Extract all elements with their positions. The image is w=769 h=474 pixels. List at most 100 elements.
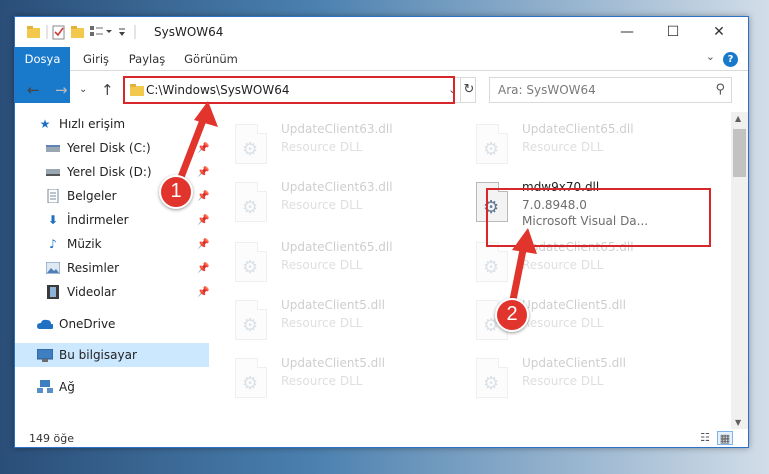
search-icon[interactable]: ⚲	[715, 82, 725, 97]
star-icon: ★	[39, 117, 51, 131]
file-name: UpdateClient5.dll	[522, 356, 626, 370]
file-item[interactable]: ⚙ UpdateClient63.dll Resource DLL	[229, 116, 459, 172]
vertical-scrollbar[interactable]: ▲ ▼	[731, 112, 748, 429]
computer-icon	[37, 348, 53, 362]
file-name: UpdateClient63.dll	[281, 180, 393, 194]
tab-view[interactable]: Görünüm	[177, 47, 245, 71]
sidebar-item-label: Ağ	[59, 380, 75, 394]
sidebar-item-label: Yerel Disk (C:)	[67, 141, 151, 155]
sidebar-item-quick-access[interactable]: ★ Hızlı erişim	[15, 112, 209, 136]
downloads-icon: ⬇	[47, 213, 59, 227]
pin-icon[interactable]: 📌	[197, 191, 209, 202]
sidebar-item-this-pc[interactable]: Bu bilgisayar	[15, 343, 209, 367]
back-arrow-icon[interactable]: ←	[27, 81, 40, 99]
file-type: Resource DLL	[281, 198, 363, 212]
sidebar-item-label: Videolar	[67, 285, 117, 299]
customize-icon[interactable]	[90, 26, 112, 36]
scroll-up-icon[interactable]: ▲	[735, 114, 741, 123]
sidebar-item-label: İndirmeler	[67, 213, 129, 227]
pin-icon[interactable]: 📌	[197, 239, 209, 250]
sidebar-item-network[interactable]: Ağ	[15, 375, 209, 399]
file-type: Resource DLL	[281, 258, 363, 272]
drive-icon	[45, 141, 61, 155]
quick-access-toolbar	[25, 24, 145, 40]
dll-file-icon: ⚙	[235, 242, 267, 282]
minimize-button[interactable]: —	[604, 17, 650, 47]
navigation-bar: ← → ⌄ ↑ C:\Windows\SysWOW64 ⌄ ↻ Ara: Sys…	[15, 72, 748, 107]
file-type: Resource DLL	[522, 258, 604, 272]
file-name: UpdateClient63.dll	[281, 122, 393, 136]
navigation-pane: ★ Hızlı erişim Yerel Disk (C:) 📌 Yerel D…	[15, 112, 209, 429]
dll-file-icon: ⚙	[235, 300, 267, 340]
file-item[interactable]: ⚙ UpdateClient5.dll Resource DLL	[229, 350, 459, 406]
sidebar-item-downloads[interactable]: ⬇ İndirmeler 📌	[15, 208, 209, 232]
scroll-down-icon[interactable]: ▼	[735, 418, 741, 427]
file-type: Resource DLL	[281, 316, 363, 330]
sidebar-item-pictures[interactable]: Resimler 📌	[15, 256, 209, 280]
network-icon	[37, 380, 53, 394]
file-type: Resource DLL	[522, 140, 604, 154]
sidebar-item-music[interactable]: ♪ Müzik 📌	[15, 232, 209, 256]
scroll-thumb[interactable]	[733, 129, 746, 177]
forward-arrow-icon[interactable]: →	[55, 81, 68, 99]
sidebar-item-videos[interactable]: Videolar 📌	[15, 280, 209, 304]
videos-icon	[45, 285, 61, 299]
dll-file-icon: ⚙	[235, 182, 267, 222]
refresh-icon[interactable]: ↻	[460, 78, 477, 102]
file-highlight-box	[486, 188, 711, 247]
sidebar-item-label: Hızlı erişim	[59, 117, 126, 131]
sidebar-item-label: Müzik	[67, 237, 102, 251]
pin-icon[interactable]: 📌	[197, 167, 209, 178]
explorer-window: SysWOW64 — ☐ ✕ Dosya Giriş Paylaş Görünü…	[14, 16, 749, 448]
close-button[interactable]: ✕	[696, 17, 742, 47]
pin-icon[interactable]: 📌	[197, 263, 209, 274]
callout-step-2: 2	[495, 298, 529, 332]
dll-file-icon: ⚙	[235, 358, 267, 398]
file-item[interactable]: ⚙ UpdateClient65.dll Resource DLL	[470, 116, 700, 172]
file-name: UpdateClient5.dll	[281, 298, 385, 312]
file-item[interactable]: ⚙ UpdateClient5.dll Resource DLL	[229, 292, 459, 348]
file-item[interactable]: ⚙ UpdateClient63.dll Resource DLL	[229, 174, 459, 230]
pin-icon[interactable]: 📌	[197, 143, 209, 154]
pictures-icon	[45, 261, 61, 275]
maximize-button[interactable]: ☐	[650, 17, 696, 47]
dll-file-icon: ⚙	[476, 358, 508, 398]
title-bar: SysWOW64 — ☐ ✕	[15, 17, 748, 47]
sidebar-item-onedrive[interactable]: OneDrive	[15, 312, 209, 336]
cloud-icon	[37, 317, 53, 331]
chevron-down-icon[interactable]	[119, 28, 125, 36]
drive-icon	[45, 165, 61, 179]
pin-icon[interactable]: 📌	[197, 287, 209, 298]
ribbon-expand-icon[interactable]: ⌄	[706, 50, 715, 63]
up-arrow-icon[interactable]: ↑	[101, 81, 114, 99]
search-box[interactable]: Ara: SysWOW64 ⚲	[489, 77, 732, 103]
dll-file-icon: ⚙	[476, 124, 508, 164]
properties-icon[interactable]	[52, 25, 65, 40]
documents-icon	[45, 189, 61, 203]
folder-icon	[27, 26, 40, 38]
sidebar-item-label: Yerel Disk (D:)	[67, 165, 152, 179]
callout-step-1: 1	[159, 175, 193, 209]
window-title: SysWOW64	[154, 25, 224, 39]
tab-share[interactable]: Paylaş	[121, 47, 173, 71]
ribbon-tabs: Dosya Giriş Paylaş Görünüm ⌄ ?	[15, 47, 748, 103]
item-count: 149 öğe	[29, 432, 74, 445]
file-name: UpdateClient5.dll	[281, 356, 385, 370]
tab-home[interactable]: Giriş	[73, 47, 119, 71]
pin-icon[interactable]: 📌	[197, 215, 209, 226]
file-type: Resource DLL	[281, 374, 363, 388]
music-icon: ♪	[49, 237, 57, 251]
recent-locations-icon[interactable]: ⌄	[79, 84, 87, 95]
new-folder-icon[interactable]	[71, 26, 84, 38]
address-highlight-box	[123, 76, 455, 104]
quick-access-icons	[27, 25, 136, 40]
tiles-view-icon[interactable]: ▦	[717, 431, 733, 445]
help-icon[interactable]: ?	[723, 52, 738, 67]
sidebar-item-disk-c[interactable]: Yerel Disk (C:) 📌	[15, 136, 209, 160]
dll-file-icon: ⚙	[235, 124, 267, 164]
search-input[interactable]: Ara: SysWOW64	[498, 83, 596, 97]
details-view-icon[interactable]: ☷	[697, 431, 713, 445]
file-item[interactable]: ⚙ UpdateClient65.dll Resource DLL	[229, 234, 459, 290]
file-type: Resource DLL	[522, 316, 604, 330]
file-item[interactable]: ⚙ UpdateClient5.dll Resource DLL	[470, 350, 700, 406]
